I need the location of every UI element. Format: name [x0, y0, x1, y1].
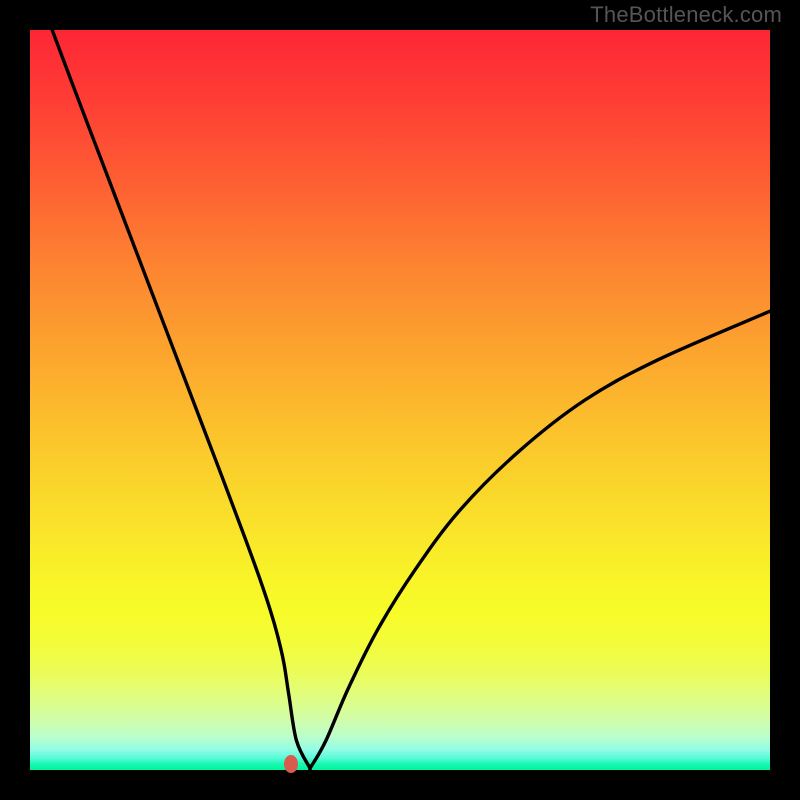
plot-area [30, 30, 770, 770]
bottleneck-curve [52, 30, 770, 770]
attribution-text: TheBottleneck.com [590, 2, 782, 28]
chart-container: TheBottleneck.com [0, 0, 800, 800]
curve-layer [30, 30, 770, 770]
marker-dot [284, 755, 298, 773]
